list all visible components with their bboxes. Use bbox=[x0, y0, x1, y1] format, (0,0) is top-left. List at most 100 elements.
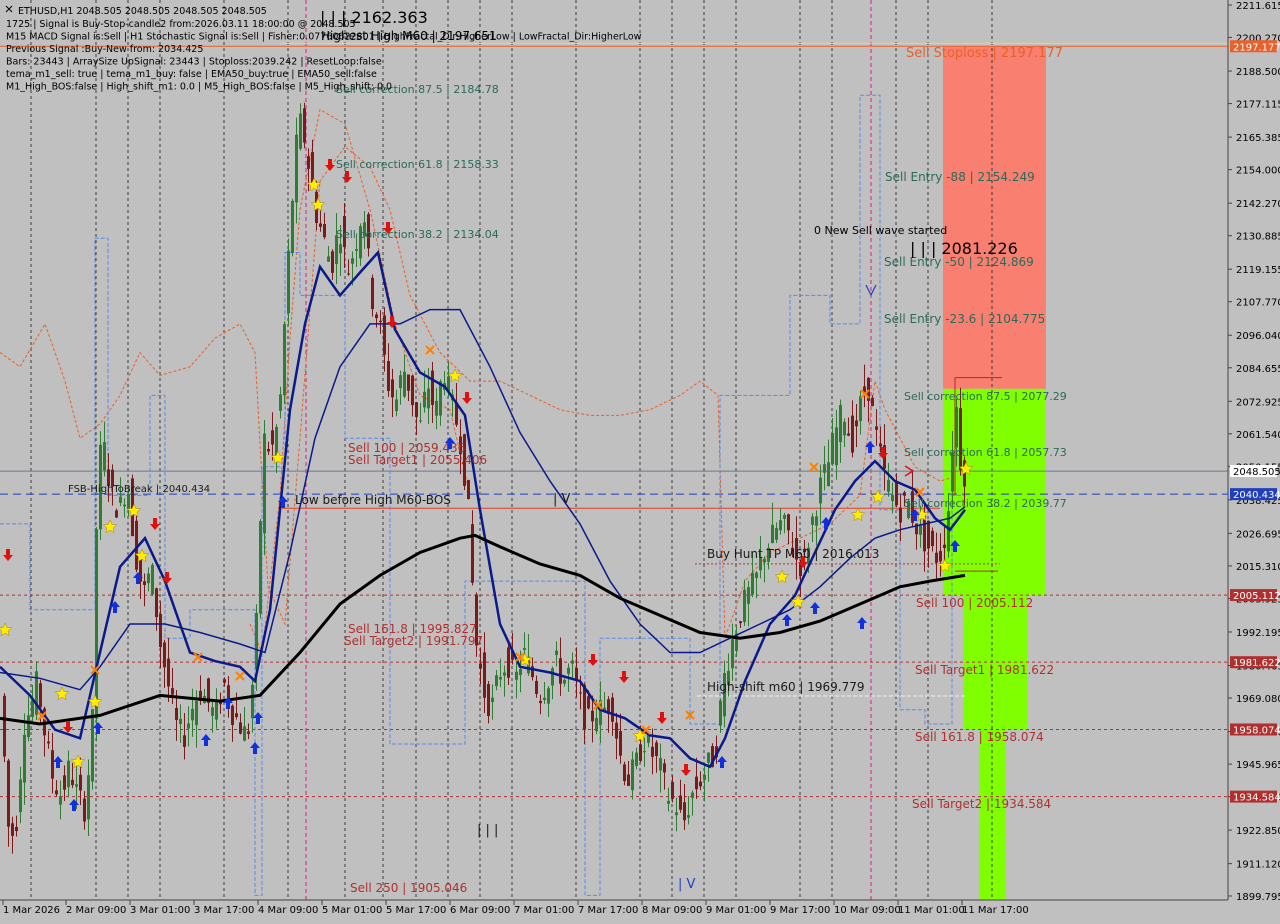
candle-body bbox=[871, 397, 874, 406]
info-line: 1725 | Signal is Buy-Stop-candle2 from:2… bbox=[6, 19, 356, 30]
candle-body bbox=[931, 530, 934, 547]
candle-body bbox=[835, 427, 838, 466]
price-tick-label: 1969.080 bbox=[1236, 694, 1280, 705]
candle-body bbox=[87, 775, 90, 820]
candle-body bbox=[347, 273, 350, 275]
candle-body bbox=[47, 741, 50, 744]
candle-body bbox=[815, 516, 818, 526]
candle-body bbox=[255, 612, 258, 670]
chart-annotation: Sell 161.8 | 1958.074 bbox=[915, 730, 1044, 744]
candle-body bbox=[731, 639, 734, 669]
price-tick-label: 2177.115 bbox=[1236, 100, 1280, 111]
candle-body bbox=[523, 647, 526, 650]
chart-window[interactable]: Sell Stoploss | 2197.177 Sell Entry -88 |… bbox=[0, 0, 1280, 920]
candle-body bbox=[235, 713, 238, 718]
candle-body bbox=[927, 520, 930, 549]
candle-body bbox=[143, 581, 146, 585]
candle-body bbox=[891, 494, 894, 501]
price-tag-label: 2005.112 bbox=[1233, 591, 1280, 602]
candle-body bbox=[559, 658, 562, 684]
candle-body bbox=[811, 516, 814, 525]
candle-body bbox=[707, 752, 710, 763]
candle-body bbox=[379, 320, 382, 323]
candle-body bbox=[91, 709, 94, 782]
price-tag-label: 1958.074 bbox=[1233, 725, 1280, 736]
time-tick-label: 10 Mar 09:00 bbox=[834, 905, 901, 916]
candle-body bbox=[215, 701, 218, 720]
candle-body bbox=[223, 679, 226, 683]
info-line: tema_m1_sell: true | tema_m1_buy: false … bbox=[6, 69, 377, 80]
candle-body bbox=[587, 696, 590, 709]
candle-body bbox=[251, 684, 254, 719]
time-tick-label: 5 Mar 17:00 bbox=[386, 905, 446, 916]
chart-annotation: | V bbox=[553, 492, 571, 507]
candle-body bbox=[331, 251, 334, 273]
candle-body bbox=[307, 156, 310, 169]
candle-body bbox=[571, 660, 574, 664]
candle-body bbox=[115, 510, 118, 518]
candle-body bbox=[103, 441, 106, 471]
chart-annotation: Sell Target1 | 1981.622 bbox=[915, 663, 1054, 677]
candle-body bbox=[243, 726, 246, 741]
candle-body bbox=[319, 223, 322, 227]
candle-body bbox=[279, 394, 282, 411]
candle-body bbox=[567, 667, 570, 674]
candle-body bbox=[63, 775, 66, 790]
candle-body bbox=[391, 379, 394, 398]
candle-body bbox=[323, 224, 326, 238]
candle-body bbox=[851, 415, 854, 453]
candle-body bbox=[151, 564, 154, 595]
candle-body bbox=[59, 796, 62, 805]
time-tick-label: 9 Mar 17:00 bbox=[770, 905, 830, 916]
candle-body bbox=[339, 244, 342, 254]
candle-body bbox=[583, 684, 586, 730]
candle-body bbox=[679, 795, 682, 810]
chart-annotation: High-shift m60 | 1969.779 bbox=[707, 680, 865, 694]
candle-body bbox=[19, 779, 22, 813]
chart-annotation: Sell 250 | 1905.046 bbox=[350, 881, 467, 895]
candle-body bbox=[7, 760, 10, 827]
price-tag-label: 1981.622 bbox=[1233, 658, 1280, 669]
candle-body bbox=[487, 683, 490, 717]
candle-body bbox=[515, 671, 518, 680]
candle-body bbox=[703, 774, 706, 780]
time-tick-label: 11 Mar 01:00 bbox=[898, 905, 965, 916]
price-tick-label: 2165.385 bbox=[1236, 133, 1280, 144]
candle-body bbox=[3, 695, 6, 757]
candle-body bbox=[427, 388, 430, 409]
candle-body bbox=[699, 781, 702, 787]
candle-body bbox=[879, 443, 882, 447]
candle-body bbox=[351, 258, 354, 264]
chart-annotation: FSB-HighToBreak | 2040.434 bbox=[68, 484, 210, 495]
target-zone bbox=[943, 388, 1046, 596]
chart-annotation: Sell Target1 | 2055.406 bbox=[348, 453, 487, 467]
candle-body bbox=[831, 433, 834, 465]
candle-body bbox=[739, 621, 742, 624]
candle-body bbox=[823, 464, 826, 473]
candle-body bbox=[387, 361, 390, 392]
candle-body bbox=[671, 781, 674, 799]
candle-body bbox=[507, 647, 510, 678]
candle-body bbox=[819, 477, 822, 504]
candle-body bbox=[659, 758, 662, 771]
candle-body bbox=[687, 815, 690, 818]
price-tag-label: 2197.177 bbox=[1233, 42, 1280, 53]
price-tick-label: 2188.500 bbox=[1236, 67, 1280, 78]
candle-body bbox=[195, 700, 198, 726]
chart-annotation: | | | bbox=[477, 823, 498, 838]
candle-body bbox=[175, 707, 178, 720]
candle-body bbox=[39, 683, 42, 708]
price-chart[interactable]: Sell Stoploss | 2197.177 Sell Entry -88 |… bbox=[0, 0, 1280, 920]
candle-body bbox=[655, 742, 658, 756]
candle-body bbox=[519, 669, 522, 676]
candle-body bbox=[899, 507, 902, 523]
candle-body bbox=[839, 404, 842, 443]
candle-body bbox=[303, 108, 306, 143]
target-zone bbox=[979, 729, 1006, 900]
time-tick-label: 5 Mar 01:00 bbox=[322, 905, 382, 916]
chart-annotation: Sell Target2 | 1991.797 bbox=[344, 634, 483, 648]
stoploss-zone bbox=[943, 46, 1046, 389]
candle-body bbox=[291, 200, 294, 254]
candle-body bbox=[675, 812, 678, 816]
candle-body bbox=[259, 521, 262, 614]
